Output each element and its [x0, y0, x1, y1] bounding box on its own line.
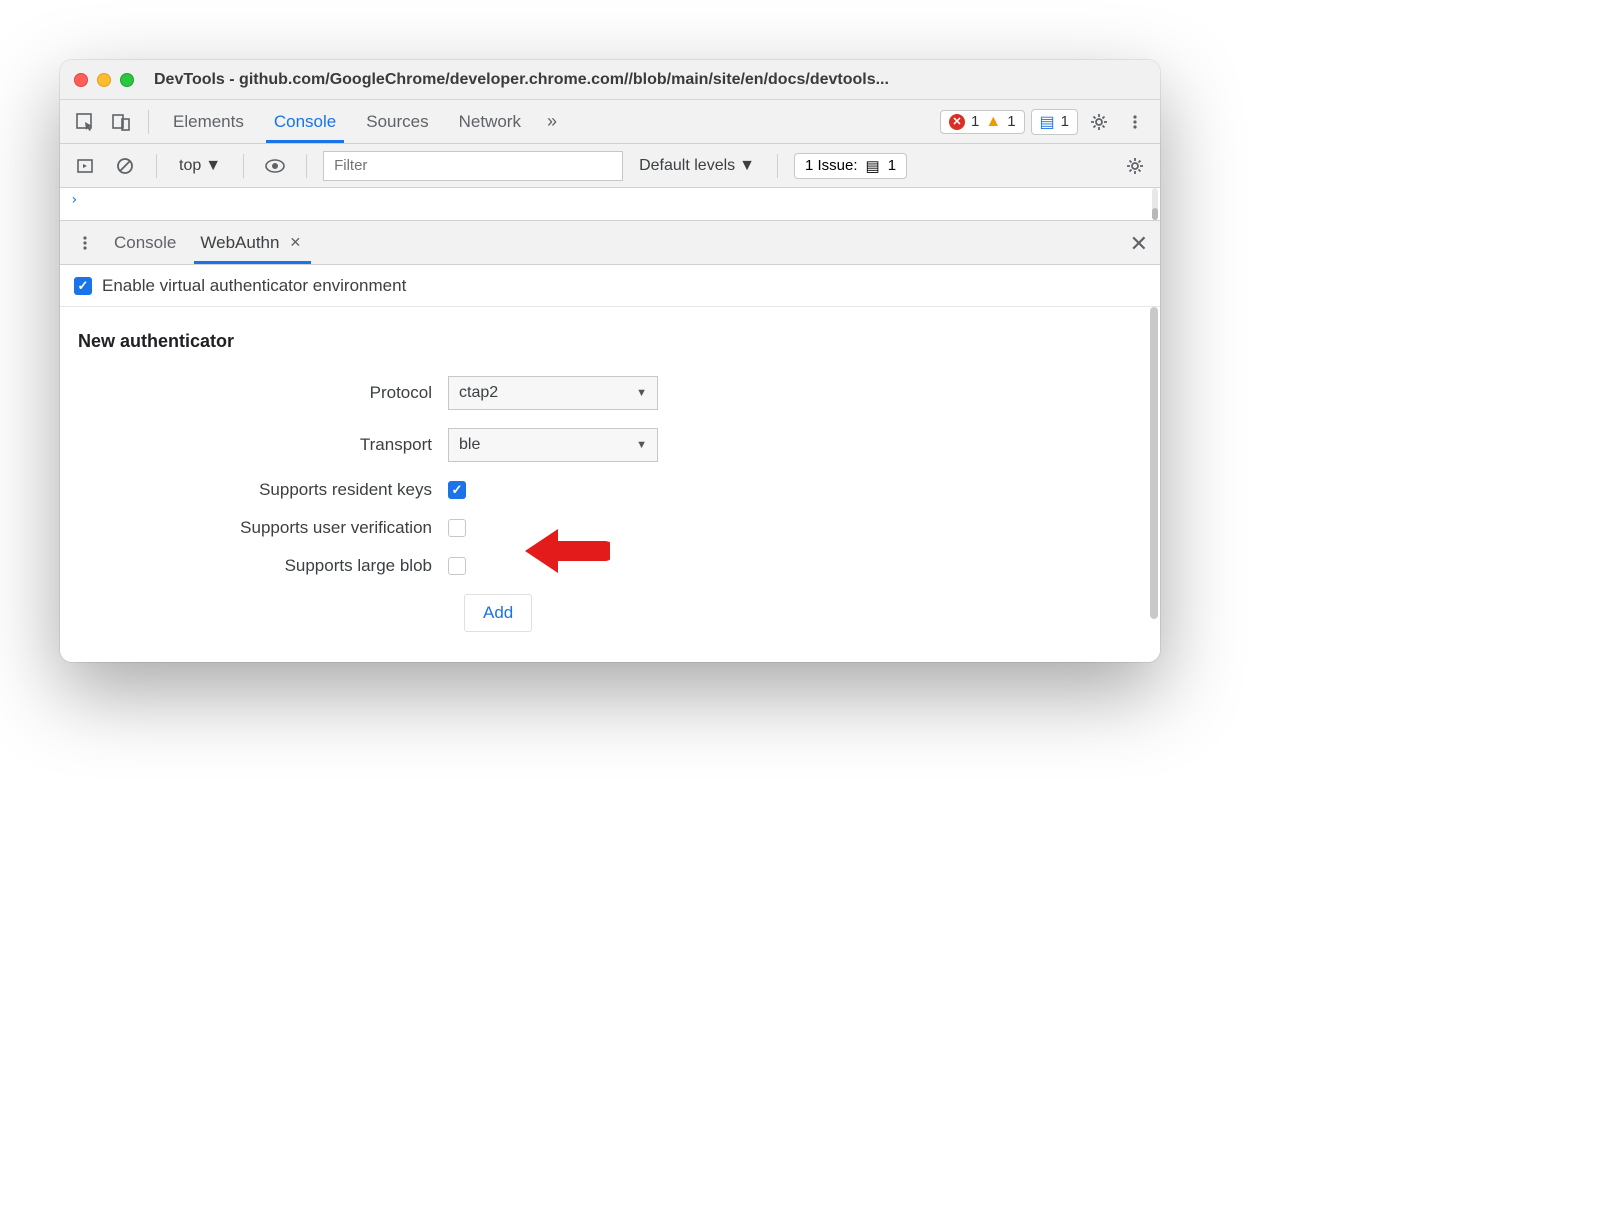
add-button-label: Add: [483, 603, 513, 622]
error-icon: ✕: [949, 114, 965, 130]
large-blob-label: Supports large blob: [78, 556, 448, 576]
tab-label: Network: [459, 112, 521, 132]
titlebar: DevTools - github.com/GoogleChrome/devel…: [60, 60, 1160, 100]
separator: [148, 110, 149, 134]
drawer-scrollbar[interactable]: [1150, 307, 1158, 662]
protocol-label: Protocol: [78, 383, 448, 403]
resident-keys-label: Supports resident keys: [78, 480, 448, 500]
maximize-window-button[interactable]: [120, 73, 134, 87]
transport-value: ble: [459, 436, 480, 454]
enable-virtual-env-label: Enable virtual authenticator environment: [102, 276, 406, 296]
chevron-down-icon: ▼: [636, 439, 647, 451]
user-verification-label: Supports user verification: [78, 518, 448, 538]
inspect-element-icon[interactable]: [70, 107, 100, 137]
protocol-select[interactable]: ctap2 ▼: [448, 376, 658, 410]
user-verification-checkbox[interactable]: [448, 519, 466, 537]
drawer-tab-label: WebAuthn: [200, 233, 279, 253]
more-tabs-icon[interactable]: »: [539, 111, 565, 132]
console-sidebar-toggle-icon[interactable]: [70, 151, 100, 181]
log-levels-selector[interactable]: Default levels ▼: [633, 155, 761, 177]
tab-sources[interactable]: Sources: [354, 100, 440, 143]
close-window-button[interactable]: [74, 73, 88, 87]
enable-virtual-env-checkbox[interactable]: [74, 277, 92, 295]
drawer-tab-label: Console: [114, 233, 176, 253]
separator: [243, 154, 244, 178]
separator: [777, 154, 778, 178]
tab-network[interactable]: Network: [447, 100, 533, 143]
clear-console-icon[interactable]: [110, 151, 140, 181]
issue-count: 1: [1061, 113, 1069, 130]
levels-value: Default levels: [639, 157, 735, 175]
scrollbar[interactable]: [1152, 188, 1158, 220]
window-title: DevTools - github.com/GoogleChrome/devel…: [154, 71, 889, 89]
console-prompt: ›: [70, 192, 78, 208]
resident-keys-checkbox[interactable]: [448, 481, 466, 499]
new-authenticator-form: New authenticator Protocol ctap2 ▼ Trans…: [60, 307, 1160, 662]
transport-select[interactable]: ble ▼: [448, 428, 658, 462]
tab-console[interactable]: Console: [262, 100, 348, 143]
close-tab-icon[interactable]: ✕: [285, 234, 305, 251]
context-selector[interactable]: top ▼: [173, 155, 227, 177]
form-title: New authenticator: [78, 331, 1142, 352]
console-toolbar: top ▼ Default levels ▼ 1 Issue: ▤ 1: [60, 144, 1160, 188]
chevron-down-icon: ▼: [636, 387, 647, 399]
error-warning-status[interactable]: ✕ 1 ▲ 1: [940, 110, 1025, 134]
context-value: top: [179, 157, 201, 175]
drawer-more-icon[interactable]: [70, 228, 100, 258]
tab-label: Elements: [173, 112, 244, 132]
large-blob-checkbox[interactable]: [448, 557, 466, 575]
issue-icon: ▤: [866, 157, 880, 175]
drawer-tab-console[interactable]: Console: [104, 221, 186, 264]
drawer-tab-webauthn[interactable]: WebAuthn ✕: [190, 221, 315, 264]
drawer: Console WebAuthn ✕ ✕ Enable virtual auth…: [60, 220, 1160, 662]
main-tabstrip: Elements Console Sources Network » ✕ 1 ▲ 1…: [60, 100, 1160, 144]
issues-label: 1 Issue:: [805, 157, 858, 174]
issues-count: 1: [888, 157, 896, 174]
tab-elements[interactable]: Elements: [161, 100, 256, 143]
filter-input[interactable]: [323, 151, 623, 181]
add-button[interactable]: Add: [464, 594, 532, 632]
settings-icon[interactable]: [1084, 107, 1114, 137]
chevron-down-icon: ▼: [205, 157, 221, 175]
separator: [306, 154, 307, 178]
more-options-icon[interactable]: [1120, 107, 1150, 137]
console-body[interactable]: ›: [60, 188, 1160, 220]
issues-status[interactable]: ▤1: [1031, 109, 1078, 135]
enable-virtual-env-row: Enable virtual authenticator environment: [60, 265, 1160, 307]
traffic-lights: [74, 73, 134, 87]
warning-icon: ▲: [985, 113, 1001, 131]
protocol-value: ctap2: [459, 384, 498, 402]
live-expression-icon[interactable]: [260, 151, 290, 181]
device-mode-icon[interactable]: [106, 107, 136, 137]
error-count: 1: [971, 113, 979, 130]
issues-button[interactable]: 1 Issue: ▤ 1: [794, 153, 907, 179]
chevron-down-icon: ▼: [739, 157, 755, 175]
transport-label: Transport: [78, 435, 448, 455]
warning-count: 1: [1007, 113, 1015, 130]
separator: [156, 154, 157, 178]
tab-label: Console: [274, 112, 336, 132]
minimize-window-button[interactable]: [97, 73, 111, 87]
drawer-tabstrip: Console WebAuthn ✕: [60, 221, 1160, 265]
close-drawer-icon[interactable]: ✕: [1130, 231, 1148, 257]
devtools-window: DevTools - github.com/GoogleChrome/devel…: [60, 60, 1160, 662]
tab-label: Sources: [366, 112, 428, 132]
console-settings-icon[interactable]: [1120, 151, 1150, 181]
issue-icon: ▤: [1040, 112, 1055, 132]
